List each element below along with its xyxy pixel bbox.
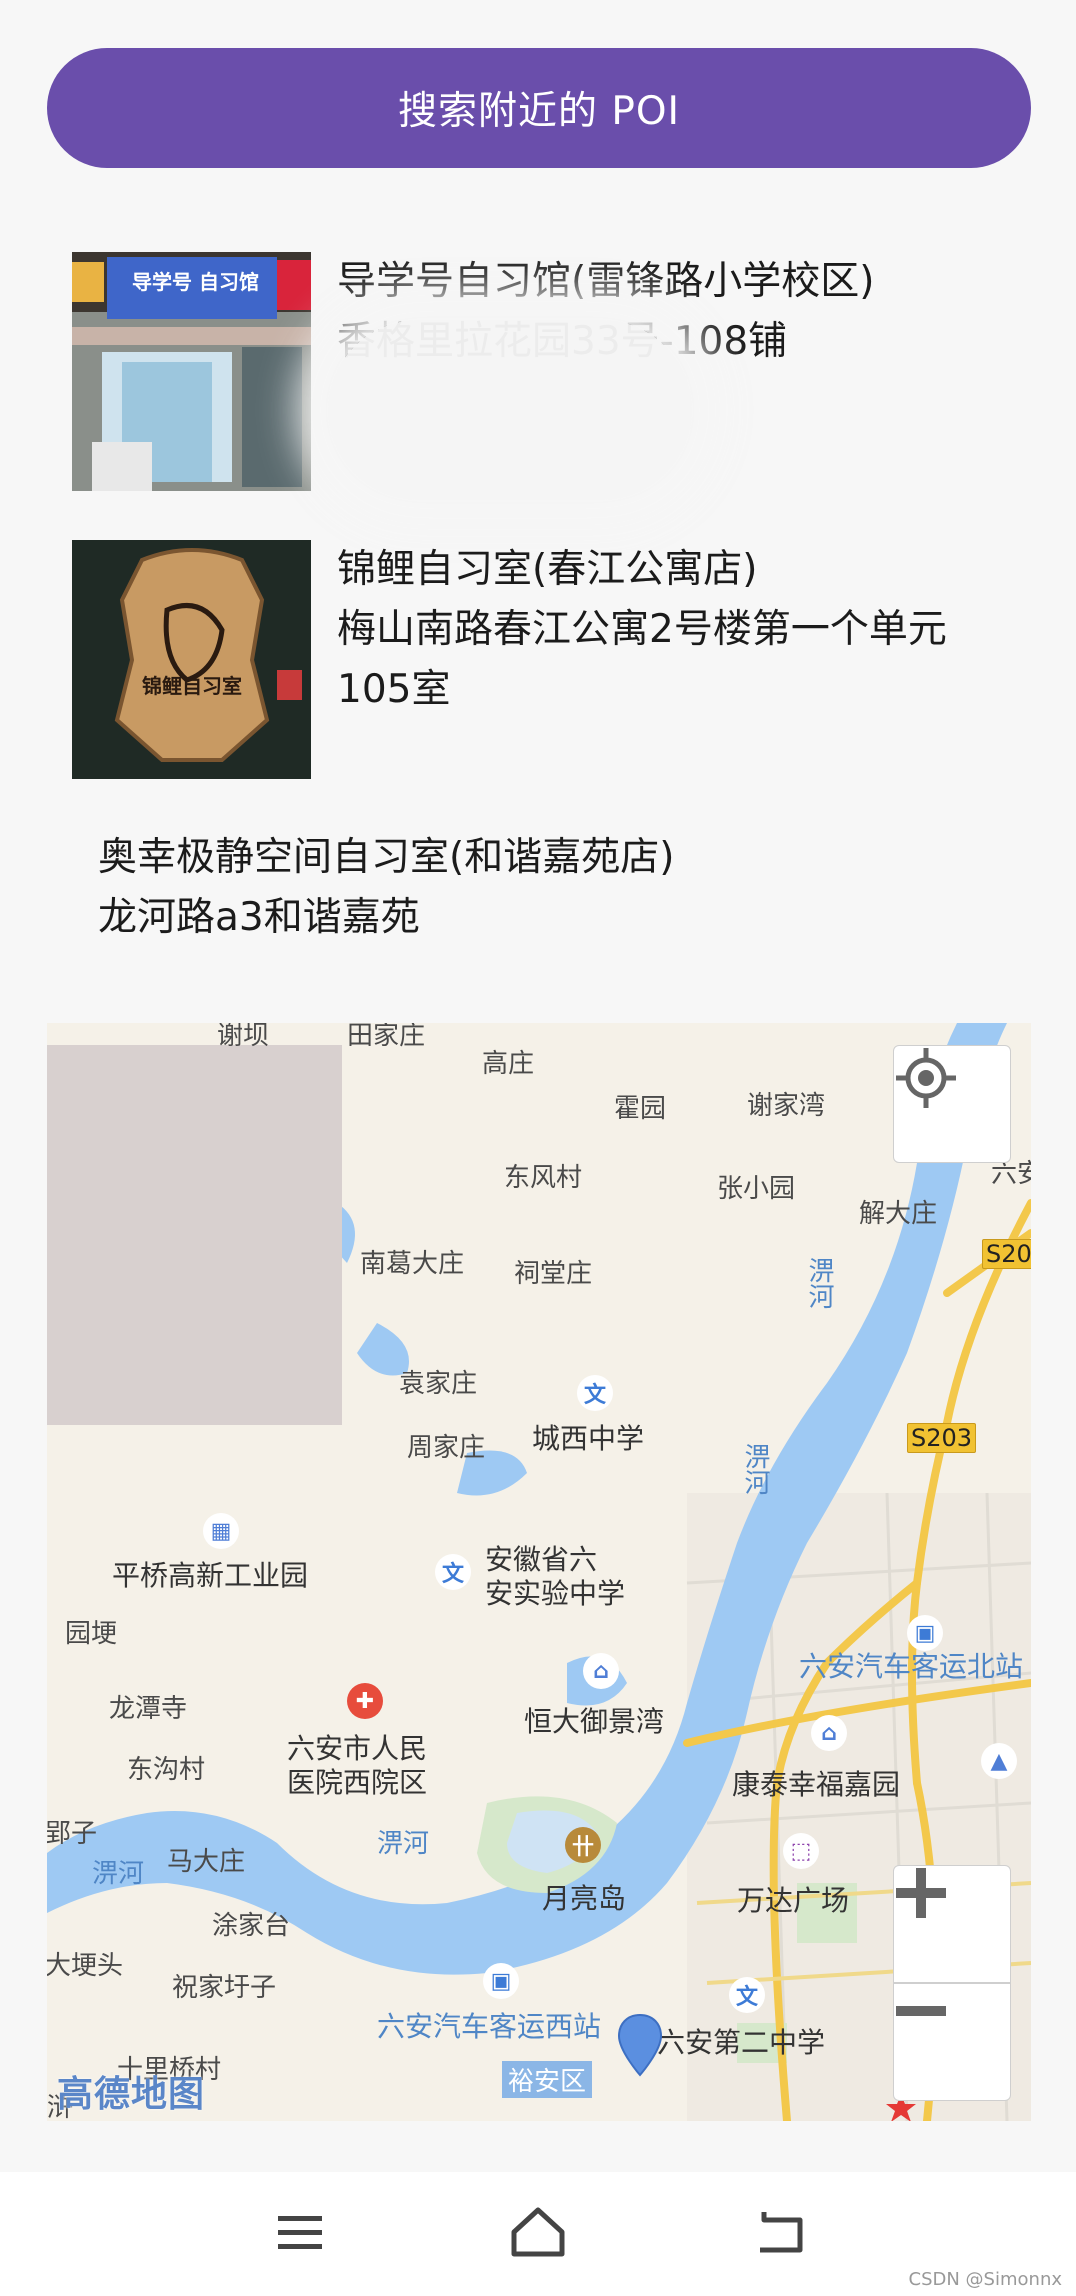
map-label: 解大庄 bbox=[859, 1199, 938, 1229]
location-marker-icon bbox=[617, 2013, 663, 2077]
map-label: 马大庄 bbox=[167, 1847, 246, 1877]
crosshair-icon bbox=[896, 1048, 956, 1108]
hospital-icon: ✚ bbox=[347, 1683, 383, 1719]
river-label: 淠河 bbox=[377, 1829, 430, 1859]
map-label: 祝家圩子 bbox=[172, 1973, 277, 2003]
poi-name: 奥幸极静空间自习室(和谐嘉苑店) bbox=[98, 835, 675, 880]
search-button-label: 搜索附近的 POI bbox=[397, 89, 681, 134]
map-label: 康泰幸福嘉园 bbox=[732, 1768, 901, 1801]
school-icon: 文 bbox=[577, 1375, 613, 1411]
map-label: 周家庄 bbox=[407, 1433, 486, 1463]
plus-icon bbox=[896, 1868, 946, 1918]
map-label: 东沟村 bbox=[127, 1755, 206, 1785]
road-label: S203 bbox=[907, 1423, 977, 1453]
school-icon: 文 bbox=[435, 1554, 471, 1590]
map-label: 东风村 bbox=[504, 1163, 583, 1193]
residence-icon: ⌂ bbox=[811, 1715, 847, 1751]
map-label: 郢子 bbox=[47, 1819, 98, 1849]
map-label: 大埂头 bbox=[47, 1951, 124, 1981]
map-label: 六安汽车客运北站 bbox=[799, 1650, 1024, 1683]
road-label: S20 bbox=[982, 1239, 1031, 1269]
poi-address: 梅山南路春江公寓2号楼第一个单元 bbox=[337, 607, 947, 652]
map-label: 安实验中学 bbox=[485, 1577, 626, 1610]
back-icon[interactable] bbox=[750, 2202, 810, 2262]
bus-icon: ▣ bbox=[483, 1963, 519, 1999]
map-label: 医院西院区 bbox=[287, 1766, 428, 1799]
map-label: 袁家庄 bbox=[399, 1369, 478, 1399]
school-icon: ▲ bbox=[981, 1743, 1017, 1779]
obscured-map-tile bbox=[47, 1045, 342, 1425]
map-label: 平桥高新工业园 bbox=[112, 1559, 309, 1592]
amap-logo: 高德地图 bbox=[57, 2074, 206, 2115]
map-label: 谢坝 bbox=[217, 1023, 270, 1051]
map-label: 六安第二中学 bbox=[657, 2026, 826, 2059]
map-label: 六安汽车客运西站 bbox=[377, 2010, 602, 2043]
park-icon: 卄 bbox=[565, 1827, 601, 1863]
thumbnail-sign-text: 导学号 自习馆 bbox=[132, 270, 259, 294]
search-nearby-poi-button[interactable]: 搜索附近的 POI bbox=[47, 48, 1031, 168]
poi-thumbnail: 锦鲤自习室 bbox=[72, 540, 311, 779]
poi-thumbnail: 导学号 自习馆 bbox=[72, 252, 311, 491]
school-icon: 文 bbox=[729, 1977, 765, 2013]
watermark: CSDN @Simonnx bbox=[908, 2269, 1062, 2290]
residence-icon: ⌂ bbox=[583, 1653, 619, 1689]
thumbnail-sign-text: 锦鲤自习室 bbox=[142, 674, 242, 698]
locate-me-button[interactable] bbox=[893, 1045, 1011, 1163]
map-label: 园埂 bbox=[65, 1619, 118, 1649]
home-icon[interactable] bbox=[508, 2202, 568, 2262]
map-label: 田家庄 bbox=[347, 1023, 426, 1051]
building-icon: ▦ bbox=[203, 1513, 239, 1549]
poi-address-cont: 105室 bbox=[337, 667, 451, 712]
poi-name: 锦鲤自习室(春江公寓店) bbox=[337, 547, 758, 592]
river-label: 淠河 bbox=[92, 1859, 145, 1889]
zoom-out-button[interactable] bbox=[893, 1983, 1011, 2101]
map-label: 谢家湾 bbox=[747, 1091, 826, 1121]
map-label: 南葛大庄 bbox=[360, 1249, 465, 1279]
minus-icon bbox=[896, 2006, 946, 2016]
river-label: 淠河 bbox=[804, 1257, 834, 1309]
map-label: 张小园 bbox=[717, 1174, 796, 1204]
map-label: 龙潭寺 bbox=[109, 1694, 188, 1724]
map-label: 恒大御景湾 bbox=[524, 1705, 665, 1738]
map-label: 月亮岛 bbox=[542, 1882, 627, 1915]
map-label: 城西中学 bbox=[532, 1422, 645, 1455]
map-label: 涂家台 bbox=[212, 1911, 291, 1941]
district-label: 裕安区 bbox=[502, 2061, 593, 2098]
map-label: 高庄 bbox=[482, 1049, 535, 1079]
poi-name: 导学号自习馆(雷锋路小学校区) bbox=[337, 259, 875, 304]
privacy-blur-overlay bbox=[328, 320, 692, 500]
system-navigation-bar: CSDN @Simonnx bbox=[0, 2172, 1076, 2296]
map-view[interactable]: 谢坝 田家庄 高庄 霍园 谢家湾 东风村 张小园 解大庄 六安 南葛大庄 祠堂庄… bbox=[47, 1023, 1031, 2121]
map-label: 万达广场 bbox=[737, 1884, 850, 1917]
poi-address: 龙河路a3和谐嘉苑 bbox=[98, 895, 420, 940]
zoom-in-button[interactable] bbox=[893, 1865, 1011, 1983]
map-label: 霍园 bbox=[614, 1094, 667, 1124]
map-label: 祠堂庄 bbox=[514, 1259, 593, 1289]
shopping-icon: ⬚ bbox=[783, 1833, 819, 1869]
river-label: 淠河 bbox=[740, 1443, 770, 1495]
menu-icon[interactable] bbox=[270, 2202, 330, 2262]
